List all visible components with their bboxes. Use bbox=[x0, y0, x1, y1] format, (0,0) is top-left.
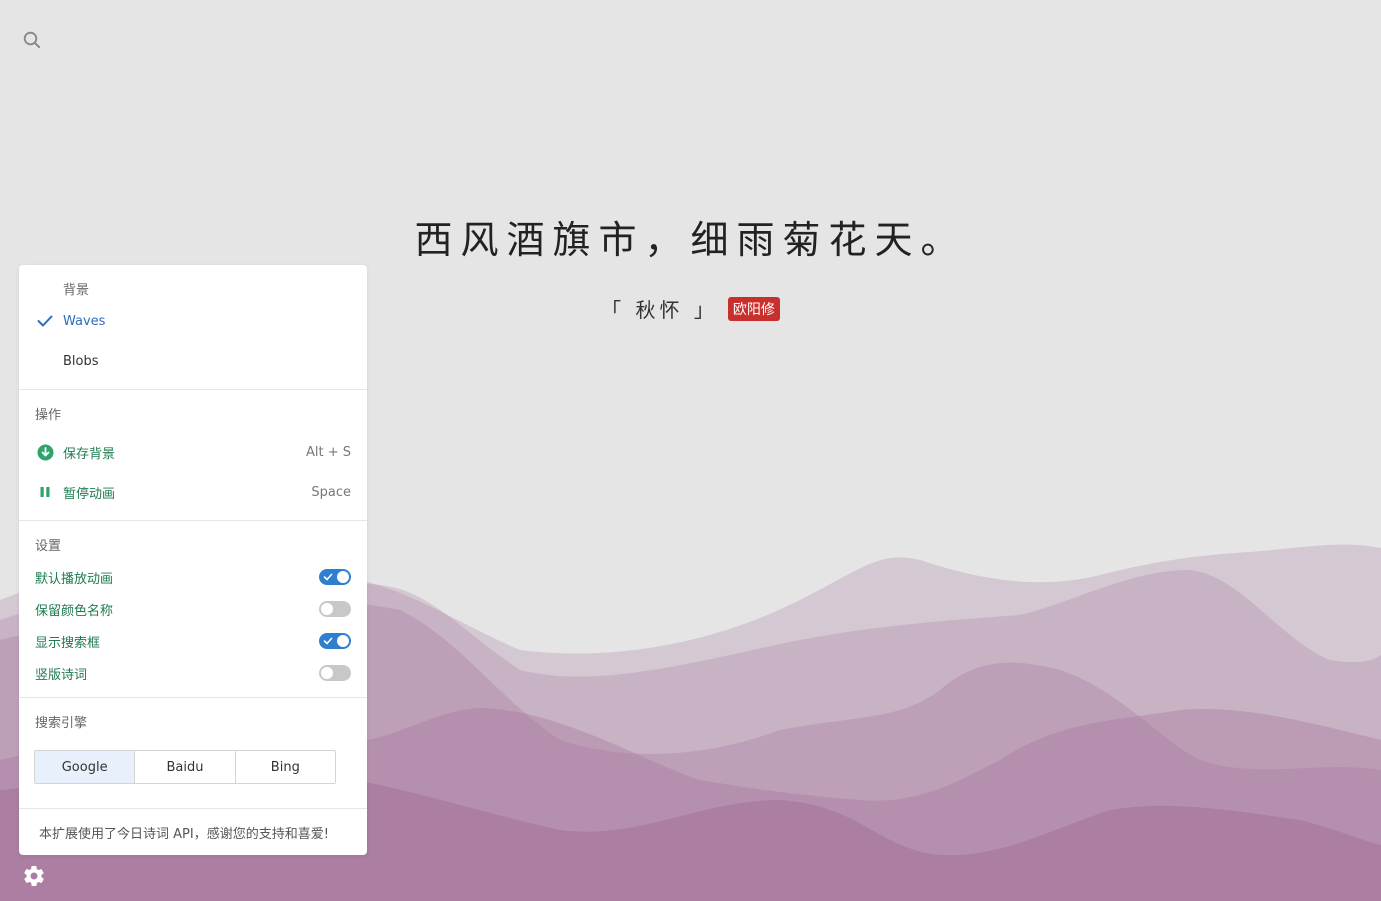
setting-autoplay-label: 默认播放动画 bbox=[35, 571, 114, 587]
search-engine-group: Google Baidu Bing bbox=[34, 750, 336, 784]
toggle-knob bbox=[321, 667, 333, 679]
download-circle-icon bbox=[35, 442, 55, 462]
search-engine-google[interactable]: Google bbox=[35, 751, 136, 783]
actions-section: 操作 保存背景 Alt + S 暂停动画 Space bbox=[19, 390, 367, 521]
setting-vertical-poem-toggle[interactable] bbox=[319, 665, 351, 681]
setting-show-search-row: 显示搜索框 bbox=[19, 625, 367, 657]
search-engine-bing[interactable]: Bing bbox=[235, 751, 335, 783]
toggle-knob bbox=[321, 603, 333, 615]
background-section-title: 背景 bbox=[63, 283, 90, 298]
setting-show-search-label: 显示搜索框 bbox=[35, 635, 101, 651]
save-background-label: 保存背景 bbox=[63, 446, 116, 462]
setting-keep-color-name-toggle[interactable] bbox=[319, 601, 351, 617]
actions-section-title: 操作 bbox=[35, 408, 62, 423]
save-background-button[interactable]: 保存背景 Alt + S bbox=[19, 432, 367, 472]
checkmark-icon bbox=[35, 311, 55, 331]
pause-animation-shortcut: Space bbox=[311, 484, 351, 500]
background-option-label: Blobs bbox=[63, 353, 99, 369]
pause-animation-button[interactable]: 暂停动画 Space bbox=[19, 472, 367, 512]
poem-author[interactable]: 欧阳修 bbox=[727, 296, 780, 321]
gear-icon bbox=[24, 865, 44, 887]
setting-show-search-toggle[interactable] bbox=[319, 633, 351, 649]
setting-autoplay-toggle[interactable] bbox=[319, 569, 351, 585]
empty-icon-slot bbox=[35, 351, 55, 371]
app-stage: 西风酒旗市，细雨菊花天。 「 秋怀 」 欧阳修 背景 Waves Blobs 操… bbox=[0, 0, 1381, 901]
search-engine-section-title: 搜索引擎 bbox=[35, 716, 88, 731]
search-engine-baidu[interactable]: Baidu bbox=[135, 751, 236, 783]
poem-line: 西风酒旗市，细雨菊花天。 bbox=[414, 218, 967, 262]
search-engine-section: 搜索引擎 Google Baidu Bing bbox=[19, 698, 367, 809]
settings-panel: 背景 Waves Blobs 操作 保存背景 Alt + S 暂停动画 Spac… bbox=[19, 265, 367, 855]
setting-vertical-poem-row: 竖版诗词 bbox=[19, 657, 367, 689]
pause-animation-label: 暂停动画 bbox=[63, 486, 116, 502]
toggle-knob bbox=[337, 571, 349, 583]
check-icon bbox=[323, 573, 333, 581]
poem-title[interactable]: 「 秋怀 」 bbox=[601, 294, 718, 323]
setting-vertical-poem-label: 竖版诗词 bbox=[35, 667, 88, 683]
search-icon bbox=[23, 31, 41, 49]
background-option-waves[interactable]: Waves bbox=[19, 301, 367, 341]
footer-note: 本扩展使用了今日诗词 API，感谢您的支持和喜爱! bbox=[39, 827, 329, 842]
setting-autoplay-row: 默认播放动画 bbox=[19, 561, 367, 593]
check-icon bbox=[323, 637, 333, 645]
search-button[interactable] bbox=[20, 28, 44, 52]
background-section: 背景 Waves Blobs bbox=[19, 265, 367, 390]
pause-icon bbox=[35, 482, 55, 502]
settings-section: 设置 默认播放动画 保留颜色名称 显示搜索框 竖版诗词 bbox=[19, 521, 367, 698]
background-option-blobs[interactable]: Blobs bbox=[19, 341, 367, 381]
settings-button[interactable] bbox=[22, 864, 46, 888]
setting-keep-color-name-label: 保留颜色名称 bbox=[35, 603, 114, 619]
save-background-shortcut: Alt + S bbox=[305, 444, 351, 460]
background-option-label: Waves bbox=[63, 313, 106, 329]
setting-keep-color-name-row: 保留颜色名称 bbox=[19, 593, 367, 625]
toggle-knob bbox=[337, 635, 349, 647]
settings-section-title: 设置 bbox=[35, 539, 62, 554]
